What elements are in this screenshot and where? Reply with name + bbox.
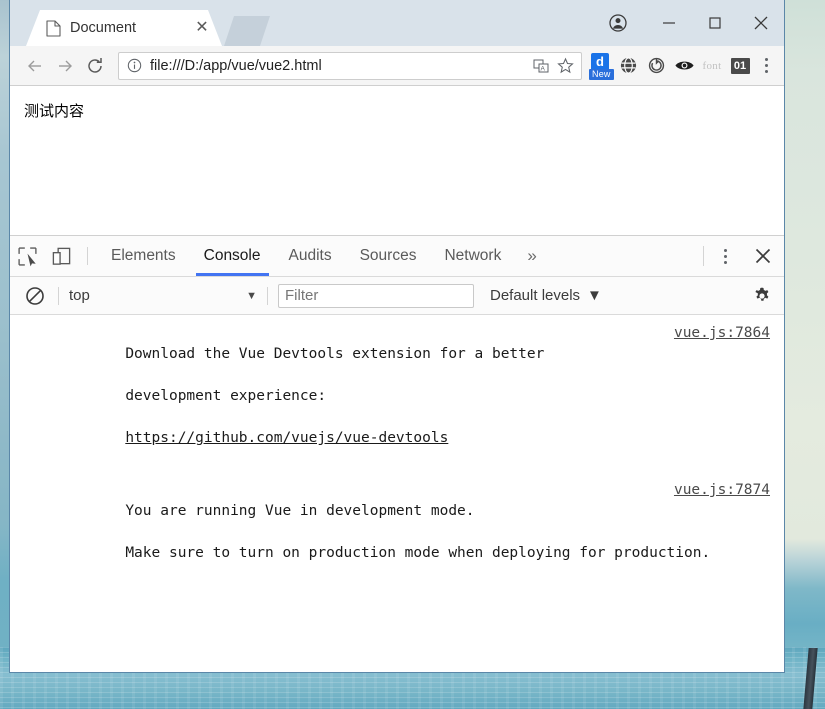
page-icon bbox=[46, 19, 61, 37]
gear-icon[interactable] bbox=[748, 286, 776, 306]
new-tab-button[interactable] bbox=[224, 16, 270, 46]
eye-extension-icon[interactable] bbox=[670, 51, 698, 81]
globe-extension-icon[interactable] bbox=[614, 51, 642, 81]
log-levels-selector[interactable]: Default levels ▼ bbox=[490, 287, 602, 304]
clear-console-icon[interactable] bbox=[22, 283, 48, 309]
console-message[interactable]: You are running Vue in development mode.… bbox=[10, 480, 784, 579]
console-message-link[interactable]: https://github.com/vuejs/vue-devtools bbox=[125, 430, 448, 446]
translate-icon[interactable]: A bbox=[529, 55, 553, 77]
devtools-tab-list: Elements Console Audits Sources Network … bbox=[97, 236, 701, 276]
new-badge: New bbox=[589, 68, 614, 80]
page-viewport: 测试内容 bbox=[10, 86, 784, 236]
window-controls bbox=[590, 0, 784, 46]
more-tabs-icon[interactable]: » bbox=[515, 236, 548, 276]
three-dots-vertical-icon[interactable] bbox=[754, 51, 778, 81]
address-bar-url: file:///D:/app/vue/vue2.html bbox=[150, 57, 322, 74]
console-message-list[interactable]: Download the Vue Devtools extension for … bbox=[10, 315, 784, 579]
three-dots-vertical-icon[interactable] bbox=[708, 236, 742, 276]
close-devtools-button[interactable] bbox=[742, 236, 784, 276]
console-message-line: Download the Vue Devtools extension for … bbox=[125, 346, 545, 362]
tab-strip: Document ✕ bbox=[10, 0, 784, 46]
info-circle-icon bbox=[127, 58, 143, 74]
device-toolbar-icon[interactable] bbox=[44, 236, 78, 276]
console-message[interactable]: Download the Vue Devtools extension for … bbox=[10, 323, 784, 470]
tab-elements[interactable]: Elements bbox=[97, 236, 190, 276]
console-message-line: development experience: bbox=[125, 388, 327, 404]
arrow-right-icon[interactable] bbox=[50, 51, 80, 81]
tab-title: Document bbox=[70, 20, 137, 36]
browser-toolbar: file:///D:/app/vue/vue2.html A d New fon… bbox=[10, 46, 784, 86]
tab-console[interactable]: Console bbox=[190, 236, 275, 276]
toolbar-divider bbox=[703, 246, 704, 266]
close-button[interactable] bbox=[738, 0, 784, 46]
filter-input[interactable]: Filter bbox=[278, 283, 474, 308]
page-content-text: 测试内容 bbox=[24, 102, 85, 120]
reload-icon[interactable] bbox=[80, 51, 110, 81]
console-message-line: Make sure to turn on production mode whe… bbox=[125, 545, 711, 561]
filter-placeholder: Filter bbox=[285, 287, 319, 304]
close-icon[interactable]: ✕ bbox=[192, 18, 212, 38]
tab-audits[interactable]: Audits bbox=[275, 236, 346, 276]
refresh-circle-extension-icon[interactable] bbox=[642, 51, 670, 81]
svg-text:A: A bbox=[541, 65, 546, 72]
console-context-value: top bbox=[69, 287, 90, 304]
console-context-selector[interactable]: top ▼ bbox=[69, 287, 257, 304]
zero-one-extension-icon[interactable]: 01 bbox=[726, 51, 754, 81]
extension-icons: d New font 01 bbox=[586, 51, 778, 81]
filterbar-divider bbox=[267, 286, 268, 305]
tab-network[interactable]: Network bbox=[430, 236, 515, 276]
toolbar-divider bbox=[87, 247, 88, 265]
browser-window: Document ✕ file:///D:/app/vue/vue2.html … bbox=[9, 0, 785, 673]
tab-sources[interactable]: Sources bbox=[346, 236, 431, 276]
devtools-tabbar: Elements Console Audits Sources Network … bbox=[10, 236, 784, 277]
devtools-tabbar-right bbox=[701, 236, 784, 276]
arrow-left-icon[interactable] bbox=[20, 51, 50, 81]
browser-tab-document[interactable]: Document ✕ bbox=[26, 10, 222, 46]
inspect-element-icon[interactable] bbox=[10, 236, 44, 276]
font-extension-icon[interactable]: font bbox=[698, 51, 726, 81]
console-filter-bar: top ▼ Filter Default levels ▼ bbox=[10, 277, 784, 315]
maximize-button[interactable] bbox=[692, 0, 738, 46]
star-icon[interactable] bbox=[553, 55, 577, 77]
chevron-down-icon: ▼ bbox=[587, 287, 602, 304]
console-source-link[interactable]: vue.js:7864 bbox=[674, 323, 770, 344]
address-bar[interactable]: file:///D:/app/vue/vue2.html A bbox=[118, 51, 582, 80]
d-extension-icon[interactable]: d New bbox=[586, 51, 614, 81]
minimize-button[interactable] bbox=[646, 0, 692, 46]
console-message-line: You are running Vue in development mode. bbox=[125, 503, 475, 519]
log-levels-label: Default levels bbox=[490, 287, 581, 304]
devtools-panel: Elements Console Audits Sources Network … bbox=[10, 236, 784, 579]
console-source-link[interactable]: vue.js:7874 bbox=[674, 480, 770, 501]
chevron-down-icon: ▼ bbox=[246, 289, 257, 302]
filterbar-divider bbox=[58, 286, 59, 305]
person-icon[interactable] bbox=[590, 0, 646, 46]
